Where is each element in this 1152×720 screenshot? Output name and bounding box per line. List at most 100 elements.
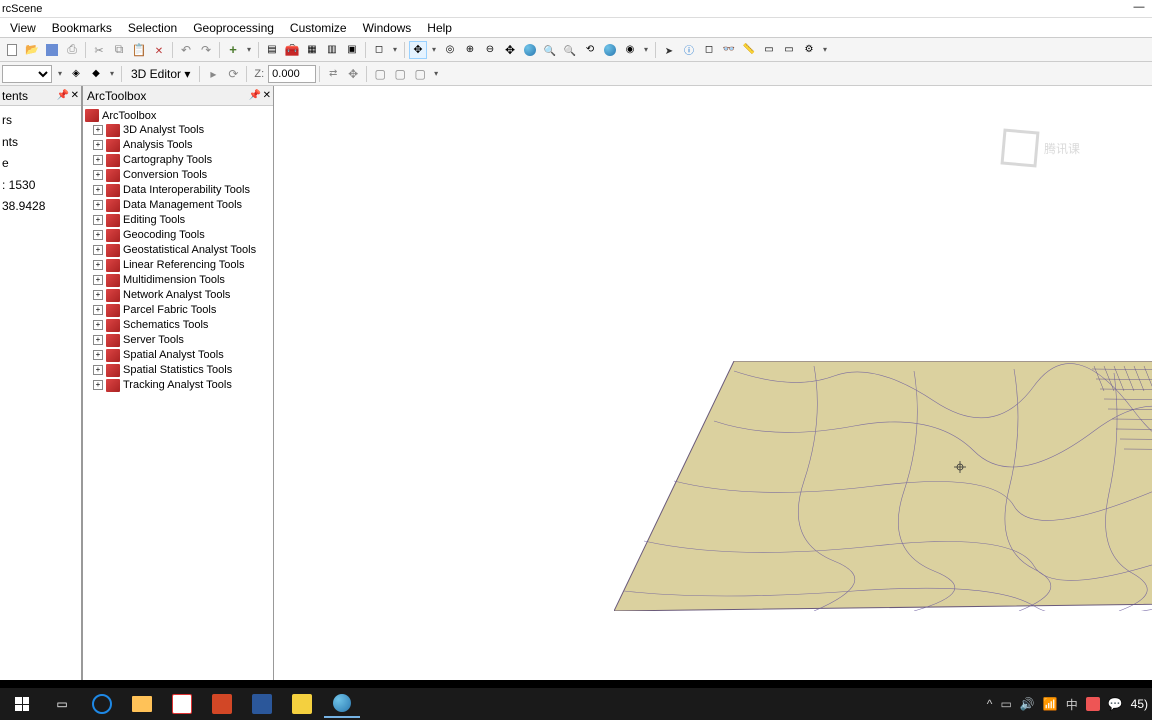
tray-time[interactable]: 45) — [1131, 697, 1148, 711]
search-button[interactable]: ▥ — [323, 41, 341, 59]
tree-node[interactable]: +Server Tools — [85, 333, 271, 348]
expand-icon[interactable]: + — [93, 125, 103, 135]
ie-button[interactable] — [84, 690, 120, 718]
explorer-button[interactable] — [124, 690, 160, 718]
toc-item[interactable]: e — [2, 153, 79, 175]
arcscene-button[interactable] — [324, 690, 360, 718]
word-button[interactable] — [244, 690, 280, 718]
save-button[interactable] — [43, 41, 61, 59]
edit-btn-4[interactable]: ▢ — [391, 65, 409, 83]
combo-dropdown[interactable]: ▾ — [54, 69, 66, 78]
tray-wifi-icon[interactable]: 📶 — [1043, 697, 1058, 711]
zoom-out-button[interactable]: ⊖ — [481, 41, 499, 59]
redo-button[interactable] — [197, 41, 215, 59]
tray-notification-icon[interactable]: 💬 — [1108, 697, 1123, 711]
dropdown[interactable]: ▾ — [640, 45, 652, 54]
tree-node[interactable]: +Schematics Tools — [85, 318, 271, 333]
expand-icon[interactable]: + — [93, 245, 103, 255]
tree-node[interactable]: +Spatial Analyst Tools — [85, 348, 271, 363]
tree-node[interactable]: +Data Management Tools — [85, 198, 271, 213]
pin-icon[interactable]: 📌 — [249, 90, 261, 101]
pin-icon[interactable]: 📌 — [57, 90, 69, 101]
toc-item[interactable]: : 1530 — [2, 175, 79, 197]
zoom-target-button[interactable]: ◎ — [441, 41, 459, 59]
tray-battery-icon[interactable]: ▭ — [1000, 697, 1011, 711]
expand-icon[interactable]: + — [93, 380, 103, 390]
edit-btn-1[interactable]: ⇄ — [324, 65, 342, 83]
tray-app-icon[interactable] — [1086, 697, 1100, 711]
menu-geoprocessing[interactable]: Geoprocessing — [185, 19, 282, 37]
tree-node[interactable]: +Tracking Analyst Tools — [85, 378, 271, 393]
tree-node[interactable]: +Spatial Statistics Tools — [85, 363, 271, 378]
find-button[interactable]: 👓 — [720, 41, 738, 59]
catalog-button[interactable]: ▦ — [303, 41, 321, 59]
tree-node[interactable]: +Editing Tools — [85, 213, 271, 228]
layer-props-button[interactable]: ◆ — [87, 65, 105, 83]
dropdown[interactable]: ▾ — [819, 45, 831, 54]
fly-button[interactable] — [601, 41, 619, 59]
scene-3d-view[interactable]: 腾讯课 — [274, 86, 1152, 700]
pdf-button[interactable] — [164, 690, 200, 718]
pan-button[interactable]: ✥ — [501, 41, 519, 59]
cut-button[interactable] — [90, 41, 108, 59]
edit-tool-rotate[interactable]: ⟳ — [224, 65, 242, 83]
tree-node[interactable]: +Multidimension Tools — [85, 273, 271, 288]
zoom-in-button[interactable]: ⊕ — [461, 41, 479, 59]
expand-icon[interactable]: + — [93, 305, 103, 315]
toc-item[interactable]: rs — [2, 110, 79, 132]
menu-help[interactable]: Help — [419, 19, 460, 37]
menu-view[interactable]: View — [2, 19, 44, 37]
expand-icon[interactable]: + — [93, 260, 103, 270]
full-extent-button[interactable] — [521, 41, 539, 59]
editor-label[interactable]: 3D Editor ▾ — [125, 67, 196, 81]
edit-btn-2[interactable]: ✥ — [344, 65, 362, 83]
tray-volume-icon[interactable]: 🔊 — [1020, 697, 1035, 711]
expand-icon[interactable]: + — [93, 290, 103, 300]
edit-btn-3[interactable]: ▢ — [371, 65, 389, 83]
close-icon[interactable]: ✕ — [263, 90, 271, 101]
paste-button[interactable]: 📋 — [130, 41, 148, 59]
open-button[interactable]: 📂 — [23, 41, 41, 59]
expand-icon[interactable]: + — [93, 350, 103, 360]
menu-customize[interactable]: Customize — [282, 19, 355, 37]
ppt-button[interactable] — [204, 690, 240, 718]
expand-icon[interactable]: + — [93, 230, 103, 240]
delete-button[interactable] — [150, 41, 168, 59]
animation-button[interactable]: ▭ — [780, 41, 798, 59]
expand-icon[interactable]: + — [93, 320, 103, 330]
start-button[interactable] — [4, 690, 40, 718]
tree-node[interactable]: +3D Analyst Tools — [85, 123, 271, 138]
navigate-button[interactable]: ✥ — [409, 41, 427, 59]
zoom-in-fixed-button[interactable] — [541, 41, 559, 59]
dropdown[interactable]: ▾ — [389, 45, 401, 54]
add-data-dropdown[interactable]: ▾ — [243, 45, 255, 54]
dropdown[interactable]: ▾ — [106, 69, 118, 78]
add-data-button[interactable] — [224, 41, 242, 59]
layer-combo[interactable] — [2, 65, 52, 83]
observer-button[interactable]: ◉ — [621, 41, 639, 59]
tray-chevron-icon[interactable]: ^ — [987, 697, 993, 711]
tree-node[interactable]: +Network Analyst Tools — [85, 288, 271, 303]
tree-node[interactable]: +Analysis Tools — [85, 138, 271, 153]
close-icon[interactable]: ✕ — [71, 90, 79, 101]
sub-btn-a[interactable]: ◻ — [370, 41, 388, 59]
tree-node[interactable]: +Geocoding Tools — [85, 228, 271, 243]
expand-icon[interactable]: + — [93, 170, 103, 180]
menu-selection[interactable]: Selection — [120, 19, 185, 37]
notes-button[interactable] — [284, 690, 320, 718]
task-view-button[interactable]: ▭ — [44, 690, 80, 718]
refresh-button[interactable]: ⟲ — [581, 41, 599, 59]
expand-icon[interactable]: + — [93, 200, 103, 210]
expand-icon[interactable]: + — [93, 215, 103, 225]
dropdown[interactable]: ▾ — [428, 45, 440, 54]
expand-icon[interactable]: + — [93, 365, 103, 375]
expand-icon[interactable]: + — [93, 140, 103, 150]
settings-button[interactable]: ⚙ — [800, 41, 818, 59]
toc-item[interactable]: 38.9428 — [2, 196, 79, 218]
measure-button[interactable]: 📏 — [740, 41, 758, 59]
toolbox-button[interactable]: 🧰 — [283, 41, 301, 59]
python-button[interactable]: ▣ — [343, 41, 361, 59]
menu-windows[interactable]: Windows — [355, 19, 420, 37]
print-button[interactable]: ⎙ — [63, 41, 81, 59]
minimize-button[interactable]: — — [1130, 0, 1148, 14]
